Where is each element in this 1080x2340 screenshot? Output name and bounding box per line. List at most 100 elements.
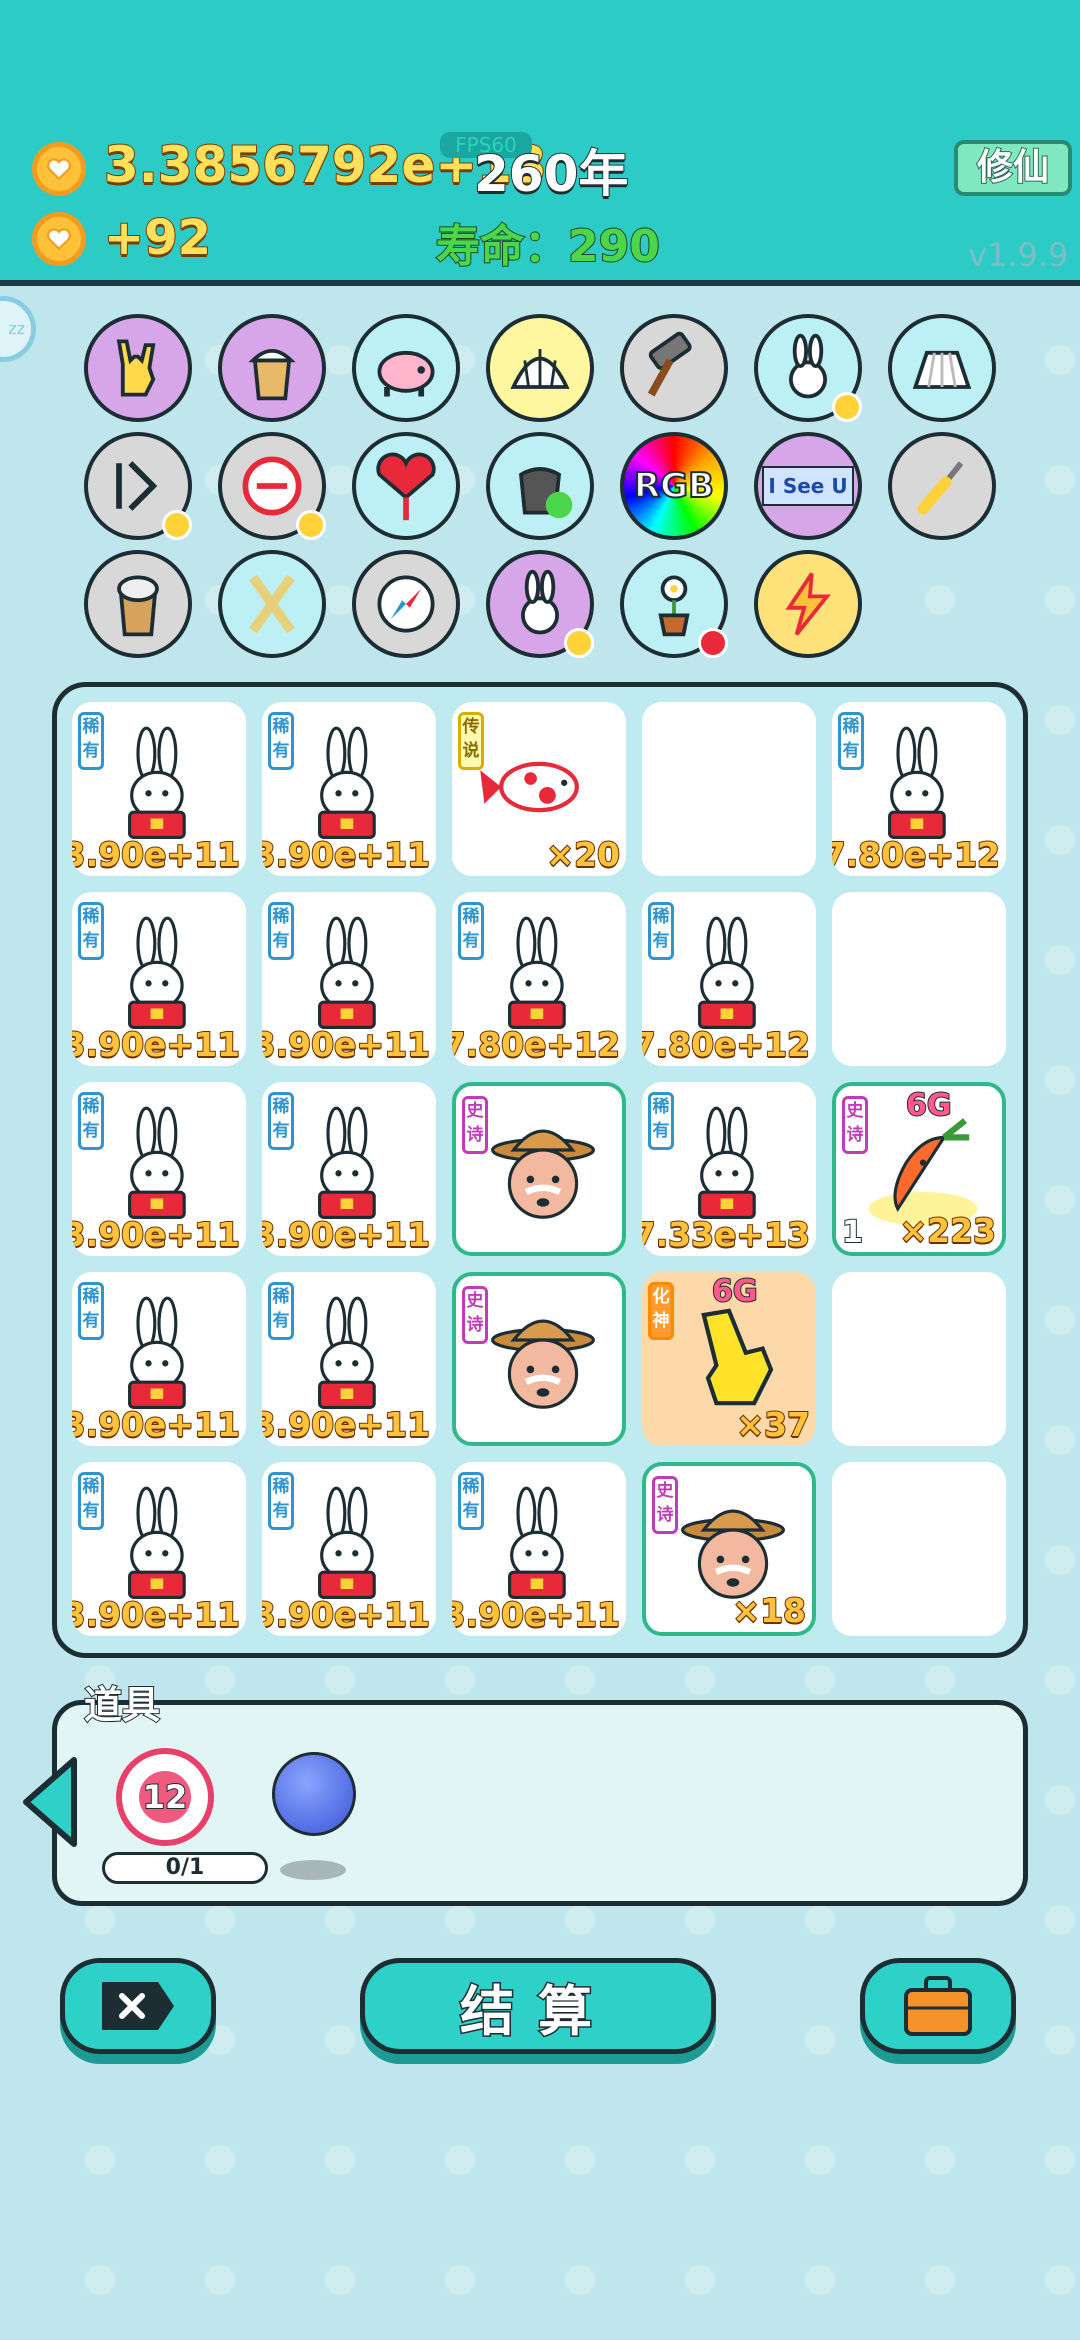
card-value: 3.90e+11	[72, 1024, 241, 1065]
coin-badge-icon	[296, 510, 326, 540]
card-value: ×20	[545, 834, 621, 875]
milk-tea-icon[interactable]	[84, 550, 192, 658]
bunny-coin-icon[interactable]	[754, 314, 862, 422]
lightning-icon[interactable]	[754, 550, 862, 658]
empty-slot[interactable]	[832, 1462, 1006, 1636]
rarity-tag: 稀有	[78, 712, 104, 770]
card-value: 3.90e+11	[262, 1404, 431, 1445]
flower-pot-icon[interactable]	[620, 550, 728, 658]
rarity-tag: 稀有	[78, 1282, 104, 1340]
bunny-card[interactable]: 稀有 3.90e+11	[262, 1462, 436, 1636]
rarity-tag: 稀有	[268, 712, 294, 770]
farmer-card[interactable]: 史诗	[452, 1272, 626, 1446]
income-coin-icon	[32, 212, 86, 266]
rarity-tag: 稀有	[268, 1092, 294, 1150]
card-value: 3.90e+11	[262, 1214, 431, 1255]
target-icon[interactable]: 12	[116, 1748, 214, 1846]
card-value: 7.80e+12	[452, 1024, 621, 1065]
coin-badge-icon	[564, 628, 594, 658]
empty-slot[interactable]	[642, 702, 816, 876]
crossed-sticks-icon[interactable]	[218, 550, 326, 658]
gold-coin-icon	[32, 142, 86, 196]
bunny-card[interactable]: 稀有 3.90e+11	[72, 892, 246, 1066]
lifespan-label: 寿命：	[435, 220, 569, 273]
rgb-icon[interactable]: RGB	[620, 432, 728, 540]
skirt-icon[interactable]	[888, 314, 996, 422]
bunny-card[interactable]: 稀有 7.80e+12	[642, 892, 816, 1066]
i-see-u-icon[interactable]: I See U	[754, 432, 862, 540]
cultivate-button[interactable]: 修仙	[954, 140, 1072, 196]
rarity-tag: 稀有	[648, 902, 674, 960]
trash-bag-recycle-icon[interactable]	[486, 432, 594, 540]
close-tag-icon	[102, 1982, 174, 2030]
heart-fan-icon[interactable]	[352, 432, 460, 540]
level-label: 6G	[905, 1087, 952, 1124]
card-value: ×37	[735, 1404, 811, 1445]
card-value: 3.90e+11	[262, 1594, 431, 1635]
card-value: 7.80e+12	[832, 834, 1001, 875]
hand-card[interactable]: 化神 6G ×37	[642, 1272, 816, 1446]
bunny-card[interactable]: 稀有 3.90e+11	[262, 1272, 436, 1446]
card-value: 3.90e+11	[72, 1214, 241, 1255]
bunny-card[interactable]: 稀有 7.33e+13	[642, 1082, 816, 1256]
bag-button[interactable]	[860, 1958, 1016, 2054]
compass-icon[interactable]	[352, 550, 460, 658]
blueberry-icon[interactable]	[272, 1752, 356, 1836]
skip-arrow-icon[interactable]	[84, 432, 192, 540]
rarity-tag: 稀有	[458, 902, 484, 960]
card-value: 3.90e+11	[262, 1024, 431, 1065]
hammer-icon[interactable]	[620, 314, 728, 422]
rgb-label: RGB	[633, 465, 715, 507]
card-value: 7.33e+13	[642, 1214, 811, 1255]
bunny-card[interactable]: 稀有 3.90e+11	[262, 892, 436, 1066]
years-counter: 260年	[473, 144, 629, 204]
rarity-tag: 化神	[648, 1282, 674, 1340]
minus-circle-icon[interactable]	[218, 432, 326, 540]
card-value: ×18	[731, 1590, 807, 1631]
piggy-bank-icon[interactable]	[352, 314, 460, 422]
briefcase-icon	[904, 1976, 972, 2036]
bunny-card[interactable]: 稀有 3.90e+11	[452, 1462, 626, 1636]
card-value: 3.90e+11	[72, 1404, 241, 1445]
version-label: v1.9.9	[968, 236, 1069, 274]
bunny-card[interactable]: 稀有 3.90e+11	[72, 1082, 246, 1256]
bunny-card[interactable]: 稀有 3.90e+11	[262, 702, 436, 876]
bunny-card[interactable]: 稀有 3.90e+11	[72, 1462, 246, 1636]
fish-card[interactable]: 传说 ×20	[452, 702, 626, 876]
left-arrow-icon[interactable]	[16, 1752, 82, 1852]
stack-count: 1	[841, 1214, 864, 1251]
bunny-coin-icon-2[interactable]	[486, 550, 594, 658]
coin-badge-icon	[832, 392, 862, 422]
bubble-tea-plus-icon[interactable]	[218, 314, 326, 422]
card-value: 3.90e+11	[262, 834, 431, 875]
empty-slot[interactable]	[832, 1272, 1006, 1446]
target-count: 12	[142, 1777, 189, 1817]
card-value: 7.80e+12	[642, 1024, 811, 1065]
level-label: 6G	[711, 1273, 758, 1310]
rarity-tag: 稀有	[268, 1472, 294, 1530]
bunny-card[interactable]: 稀有 3.90e+11	[72, 1272, 246, 1446]
settle-button[interactable]: 结算	[360, 1958, 716, 2054]
empty-slot[interactable]	[832, 892, 1006, 1066]
bunny-card[interactable]: 稀有 7.80e+12	[452, 892, 626, 1066]
card-value: 3.90e+11	[72, 834, 241, 875]
rarity-tag: 史诗	[652, 1476, 678, 1534]
farmer-card[interactable]: 史诗	[452, 1082, 626, 1256]
minus-badge-icon	[698, 628, 728, 658]
rarity-tag: 传说	[458, 712, 484, 770]
settle-label: 结算	[459, 1978, 616, 2044]
lifespan-value: 290	[567, 220, 661, 273]
screwdriver-icon[interactable]	[888, 432, 996, 540]
seashell-icon[interactable]	[486, 314, 594, 422]
rarity-tag: 稀有	[268, 1282, 294, 1340]
carrot-card[interactable]: 史诗 6G 1 ×223	[832, 1082, 1006, 1256]
bunny-card[interactable]: 稀有 7.80e+12	[832, 702, 1006, 876]
close-button[interactable]	[60, 1958, 216, 2054]
bunny-card[interactable]: 稀有 3.90e+11	[72, 702, 246, 876]
bunny-card[interactable]: 稀有 3.90e+11	[262, 1082, 436, 1256]
rarity-tag: 稀有	[78, 1092, 104, 1150]
rarity-tag: 稀有	[838, 712, 864, 770]
rock-hand-icon[interactable]	[84, 314, 192, 422]
farmer-card[interactable]: 史诗 ×18	[642, 1462, 816, 1636]
lifespan-display: 寿命：290	[435, 210, 661, 274]
